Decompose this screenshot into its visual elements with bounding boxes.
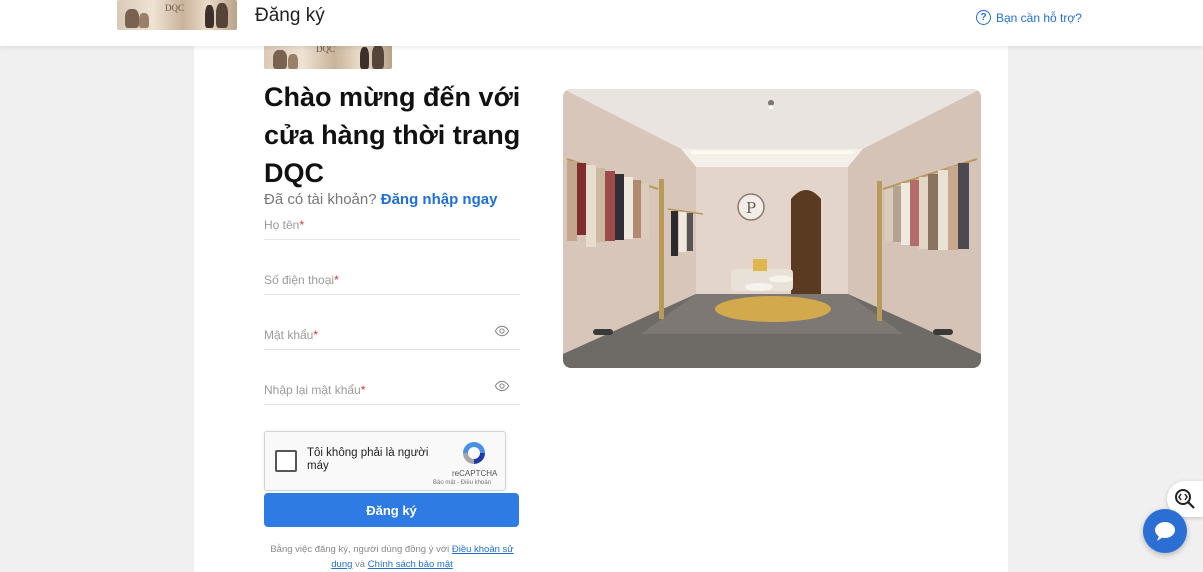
terms-middle: và	[355, 559, 366, 570]
confirm-password-label: Nhập lại mật khẩu	[264, 383, 361, 397]
question-circle-icon: ?	[976, 10, 991, 25]
brand-logo[interactable]: DQC	[117, 0, 237, 30]
fullname-field[interactable]: Họ tên*	[264, 216, 520, 240]
recaptcha-brand: reCAPTCHA	[452, 469, 498, 478]
terms-prefix: Bằng việc đăng ký, người dùng đồng ý với	[270, 544, 450, 555]
card-logo: DQC	[264, 43, 392, 69]
eye-icon[interactable]	[494, 323, 510, 339]
eye-icon[interactable]	[494, 378, 510, 394]
phone-label: Số điện thoại	[264, 273, 335, 287]
password-field[interactable]: Mật khẩu*	[264, 323, 520, 350]
login-link[interactable]: Đăng nhập ngay	[381, 191, 498, 208]
required-mark: *	[334, 273, 339, 287]
privacy-policy-link[interactable]: Chính sách bảo mật	[368, 559, 453, 570]
lens-icon	[1175, 489, 1195, 509]
register-button[interactable]: Đăng ký	[264, 493, 519, 527]
help-label: Bạn cần hỗ trợ?	[996, 10, 1082, 25]
login-prompt: Đã có tài khoản? Đăng nhập ngay	[264, 191, 497, 208]
recaptcha-logo-icon	[463, 442, 485, 464]
required-mark: *	[313, 328, 319, 342]
terms-text: Bằng việc đăng ký, người dùng đồng ý với…	[264, 542, 520, 572]
store-interior-image: P	[563, 89, 981, 368]
password-label: Mật khẩu	[264, 328, 314, 342]
fullname-label: Họ tên	[264, 218, 300, 232]
svg-text:P: P	[746, 199, 756, 217]
chat-bubble-icon	[1155, 522, 1175, 541]
required-mark: *	[360, 383, 366, 397]
confirm-password-field[interactable]: Nhập lại mật khẩu*	[264, 378, 520, 405]
help-link[interactable]: ? Bạn cần hỗ trợ?	[976, 10, 1082, 25]
required-mark: *	[299, 218, 305, 232]
recaptcha-links[interactable]: Bảo mật - Điều khoản	[433, 480, 491, 486]
recaptcha-checkbox[interactable]	[275, 450, 297, 472]
chat-button[interactable]	[1143, 509, 1187, 553]
top-bar: DQC Đăng ký ? Bạn cần hỗ trợ?	[0, 0, 1203, 46]
recaptcha-text: Tôi không phải là người máy	[307, 447, 429, 472]
have-account-text: Đã có tài khoản?	[264, 191, 377, 208]
page-title: Đăng ký	[255, 5, 325, 26]
phone-field[interactable]: Số điện thoại*	[264, 271, 520, 295]
recaptcha-widget: Tôi không phải là người máy reCAPTCHA Bả…	[264, 431, 506, 491]
welcome-heading: Chào mừng đến với cửa hàng thời trang DQ…	[264, 82, 521, 188]
